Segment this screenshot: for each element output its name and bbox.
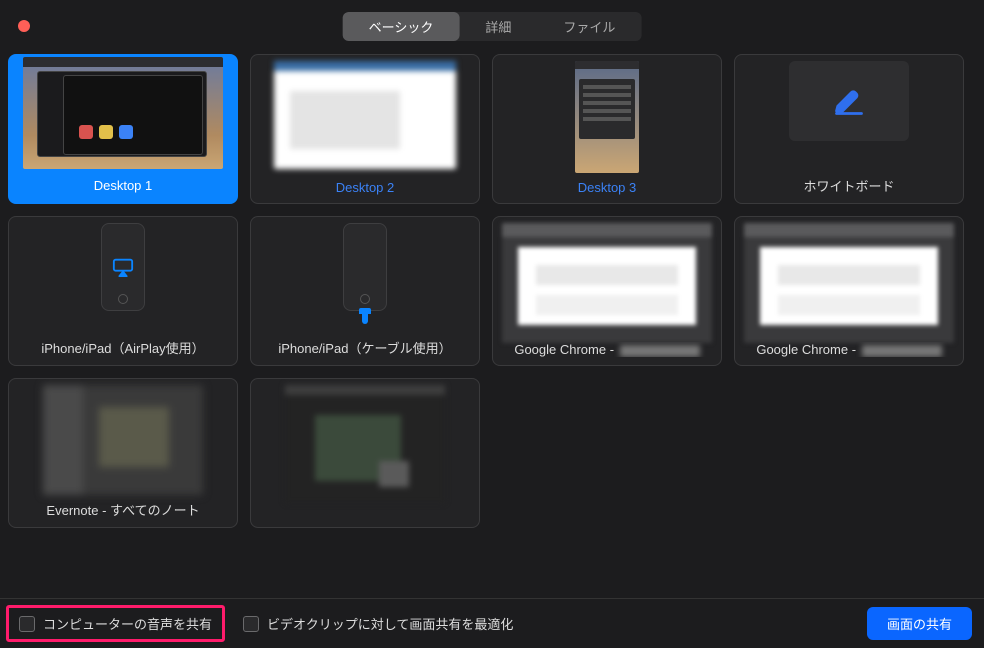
- close-window-button[interactable]: [18, 20, 30, 32]
- source-whiteboard[interactable]: ホワイトボード: [734, 54, 964, 204]
- checkbox-label: ビデオクリップに対して画面共有を最適化: [267, 614, 513, 633]
- checkbox-icon: [243, 616, 259, 632]
- source-iphone-cable[interactable]: iPhone/iPad（ケーブル使用）: [250, 216, 480, 366]
- source-label: iPhone/iPad（AirPlay使用）: [35, 338, 210, 357]
- source-untitled-window[interactable]: [250, 378, 480, 528]
- airplay-icon: [112, 257, 134, 277]
- source-chrome-window-1[interactable]: Google Chrome -: [492, 216, 722, 366]
- source-label: ホワイトボード: [797, 176, 900, 195]
- tab-files[interactable]: ファイル: [537, 12, 641, 41]
- checkbox-icon: [19, 616, 35, 632]
- checkbox-share-computer-sound[interactable]: コンピューターの音声を共有: [6, 605, 225, 642]
- source-label: Desktop 2: [330, 180, 401, 195]
- source-label: Desktop 3: [572, 180, 643, 195]
- tab-bar: ベーシック 詳細 ファイル: [343, 12, 642, 41]
- share-button[interactable]: 画面の共有: [867, 607, 972, 640]
- checkbox-label: コンピューターの音声を共有: [43, 614, 212, 633]
- redacted-text: [862, 345, 942, 357]
- tab-advanced[interactable]: 詳細: [459, 12, 537, 41]
- source-label: iPhone/iPad（ケーブル使用）: [272, 338, 457, 357]
- source-iphone-airplay[interactable]: iPhone/iPad（AirPlay使用）: [8, 216, 238, 366]
- source-label: Desktop 1: [88, 178, 159, 193]
- footer-bar: コンピューターの音声を共有 ビデオクリップに対して画面共有を最適化 画面の共有: [0, 598, 984, 648]
- share-screen-dialog: ベーシック 詳細 ファイル Desktop 1 Desktop 2 Deskto…: [0, 0, 984, 648]
- source-chrome-window-2[interactable]: Google Chrome -: [734, 216, 964, 366]
- source-desktop-2[interactable]: Desktop 2: [250, 54, 480, 204]
- source-desktop-1[interactable]: Desktop 1: [8, 54, 238, 204]
- titlebar: ベーシック 詳細 ファイル: [0, 0, 984, 44]
- source-label: Google Chrome -: [750, 342, 947, 357]
- source-evernote[interactable]: Evernote - すべてのノート: [8, 378, 238, 528]
- redacted-text: [620, 345, 700, 357]
- source-label: Evernote - すべてのノート: [40, 500, 205, 519]
- source-desktop-3[interactable]: Desktop 3: [492, 54, 722, 204]
- source-grid: Desktop 1 Desktop 2 Desktop 3 ホワイトボード iP…: [0, 44, 984, 528]
- tab-basic[interactable]: ベーシック: [343, 12, 460, 41]
- pencil-icon: [834, 86, 864, 116]
- checkbox-optimize-video-clip[interactable]: ビデオクリップに対して画面共有を最適化: [243, 614, 513, 633]
- source-label: Google Chrome -: [508, 342, 705, 357]
